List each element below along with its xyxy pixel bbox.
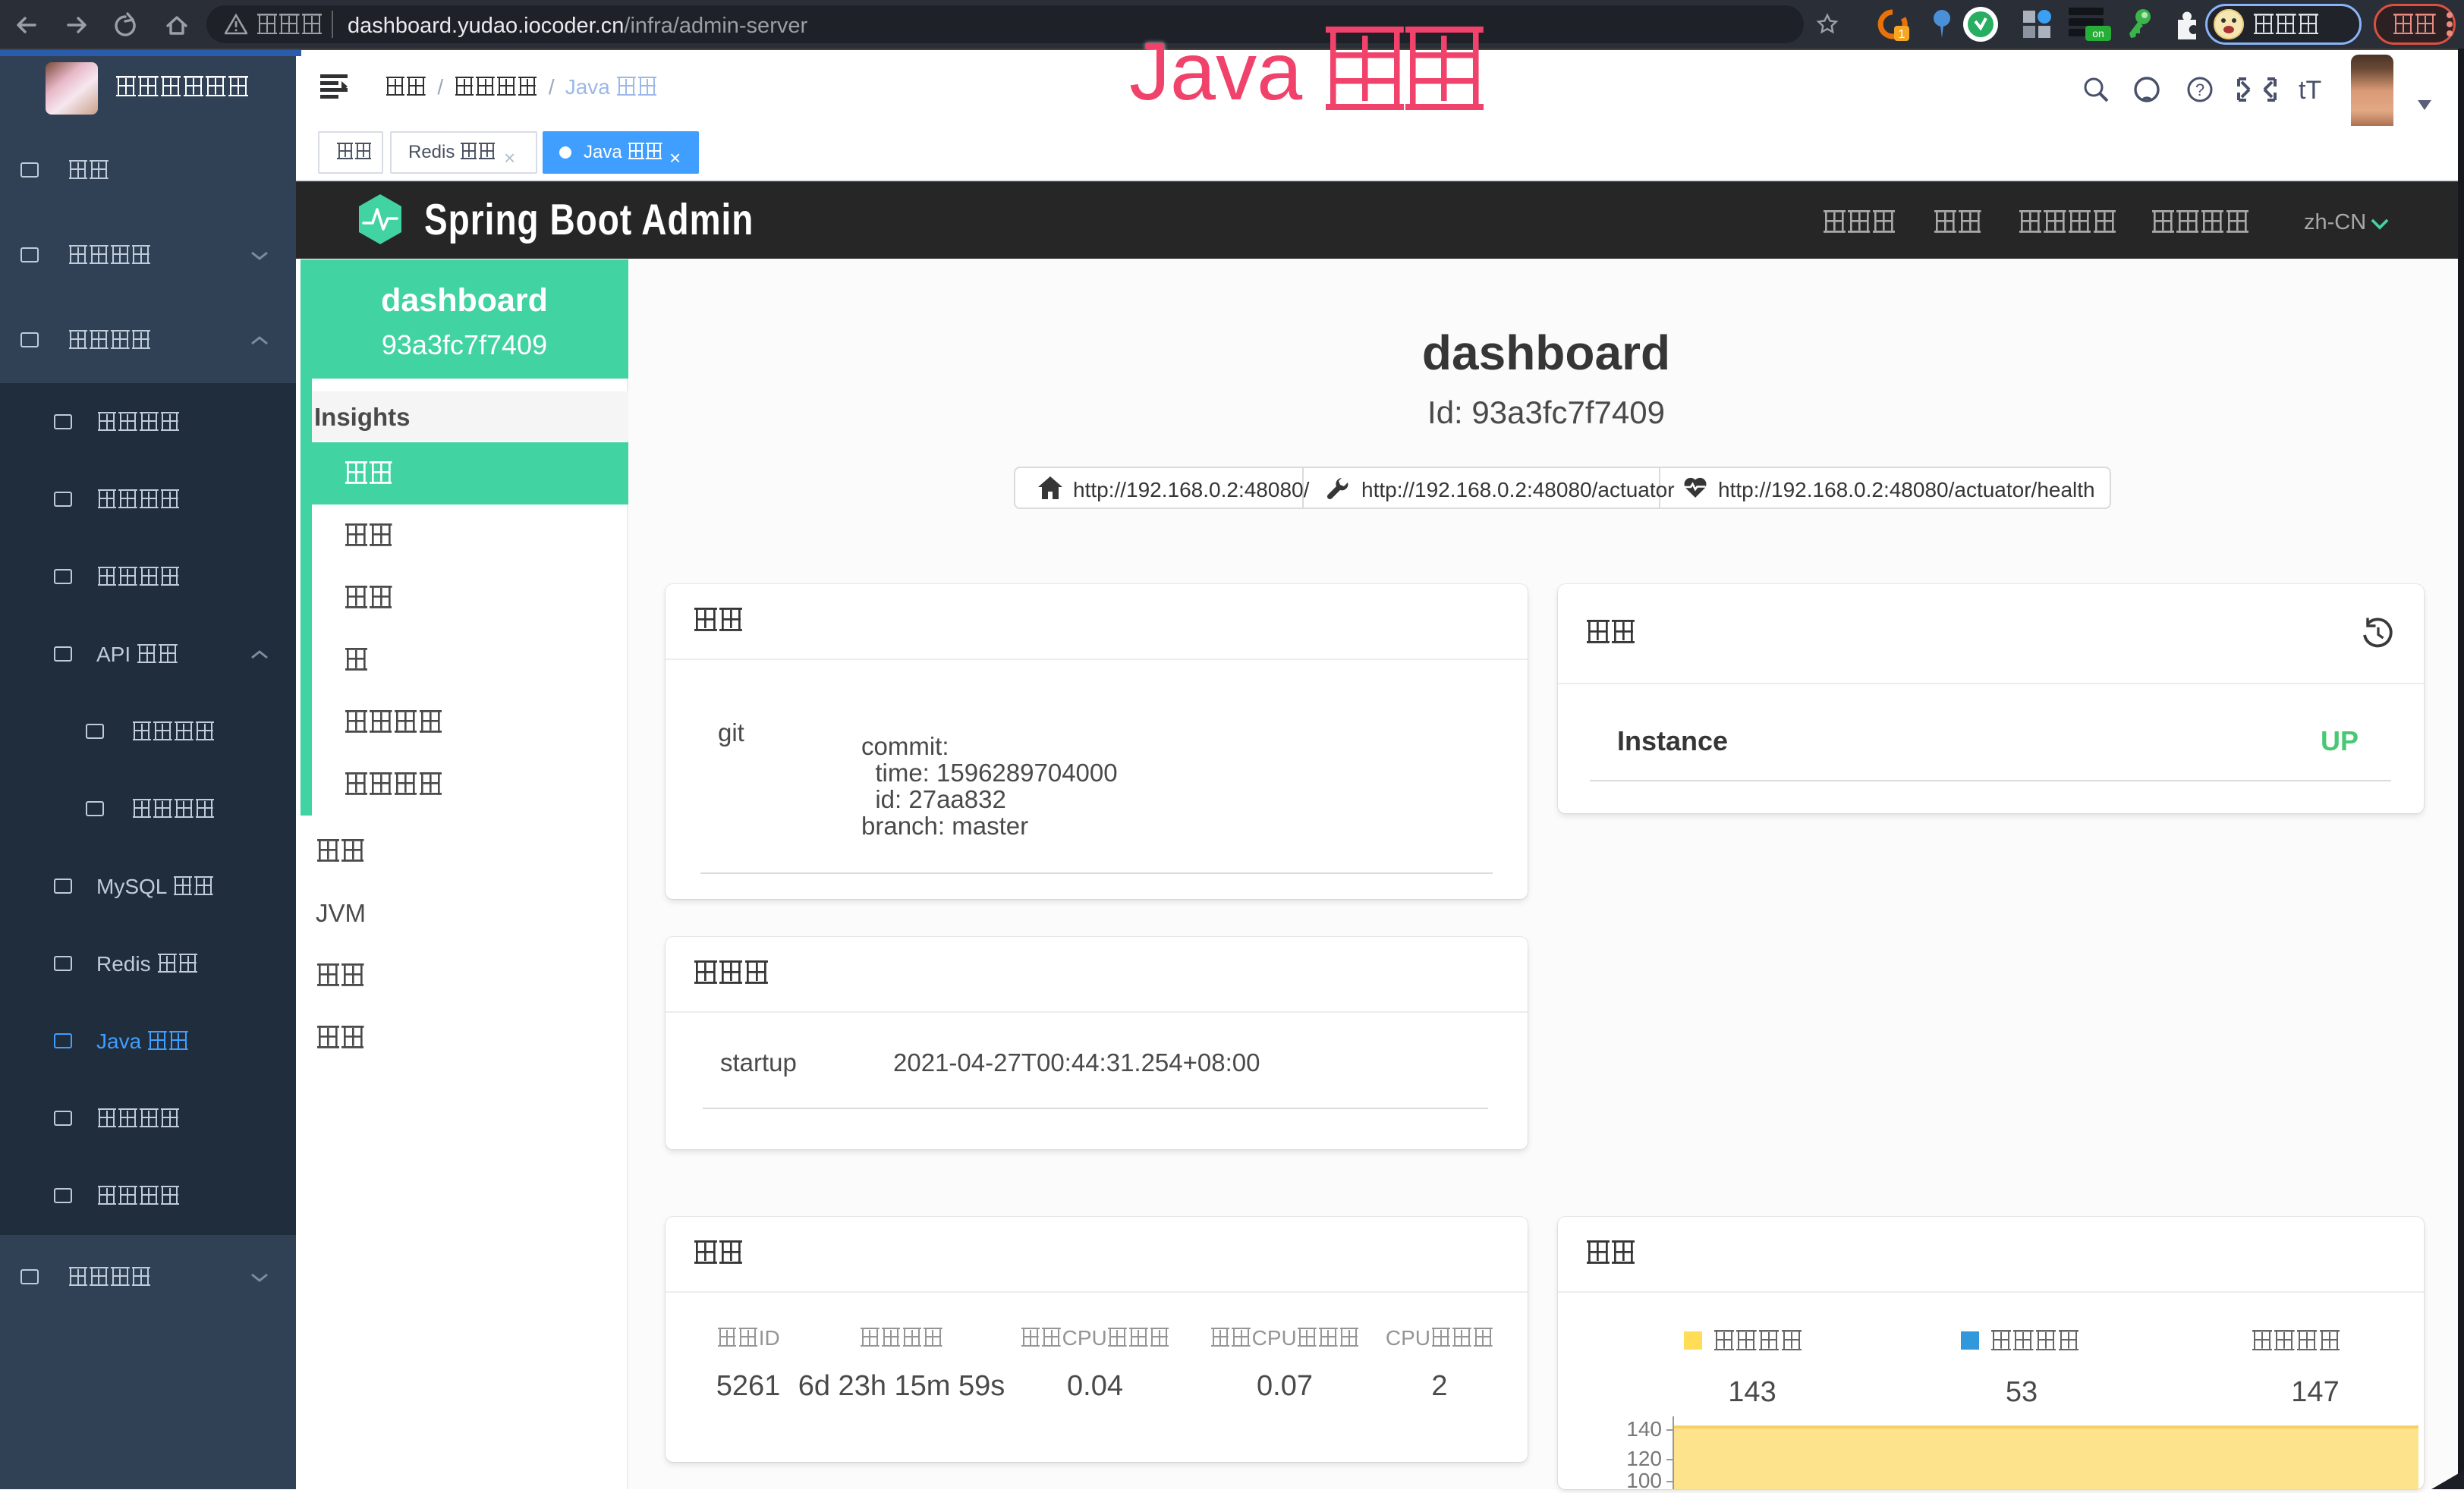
svg-text:tT: tT (2299, 76, 2321, 105)
svg-text:1: 1 (1899, 28, 1905, 41)
svg-text:on: on (2092, 27, 2104, 39)
svg-text:?: ? (2195, 80, 2204, 99)
